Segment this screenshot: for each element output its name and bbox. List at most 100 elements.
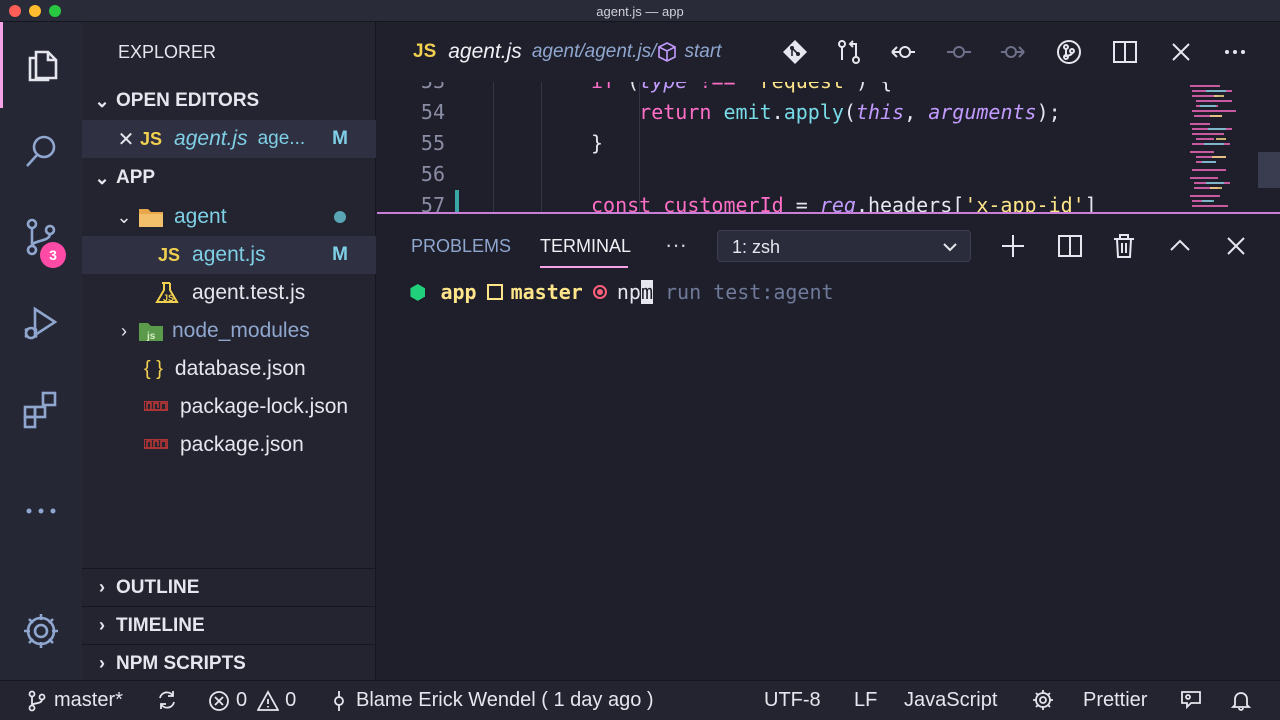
editor-breadcrumb-bar: JS agent.js agent/agent.js/ start — [377, 22, 1280, 82]
folder-node-modules[interactable]: › js node_modules — [82, 312, 376, 350]
notifications-button[interactable] — [1230, 689, 1258, 711]
npm-scripts-label: NPM SCRIPTS — [116, 652, 246, 674]
warning-count: 0 — [285, 689, 297, 711]
eol-status[interactable]: LF — [854, 689, 877, 712]
npm-scripts-section[interactable]: › NPM SCRIPTS — [82, 644, 376, 682]
close-editor-button[interactable] — [1167, 38, 1195, 66]
formatter-status[interactable]: Prettier — [1083, 689, 1147, 712]
file-database-json[interactable]: { } database.json — [82, 350, 376, 388]
prompt-branch: master — [510, 280, 583, 304]
problems-status[interactable]: 0 0 — [208, 689, 296, 712]
breadcrumb-path[interactable]: agent/agent.js/ — [532, 41, 657, 63]
folder-agent[interactable]: ⌄ agent — [82, 198, 376, 236]
maximize-panel-button[interactable] — [1166, 232, 1194, 260]
file-name: package-lock.json — [180, 395, 349, 418]
close-panel-button[interactable] — [1222, 232, 1250, 260]
git-lens-icon — [1057, 40, 1081, 64]
branch-status[interactable]: master* — [26, 689, 123, 712]
explorer-activity-button[interactable] — [0, 22, 82, 108]
branch-square-icon — [486, 284, 503, 300]
settings-activity-button[interactable] — [0, 588, 82, 674]
commit-button[interactable] — [945, 38, 973, 66]
app-section[interactable]: ⌄ APP — [82, 159, 376, 197]
split-terminal-button[interactable] — [1056, 232, 1084, 260]
editor-scrollbar-thumb[interactable] — [1258, 152, 1280, 188]
file-agent-test-js[interactable]: JS agent.test.js — [82, 274, 376, 312]
code-line[interactable]: 57 const customerId = req.headers['x-app-… — [377, 190, 1280, 212]
code-line[interactable]: 55} — [377, 128, 1280, 159]
tab-terminal[interactable]: TERMINAL — [540, 236, 631, 257]
folder-icon — [139, 209, 163, 227]
chevron-down-icon: ⌄ — [116, 206, 132, 227]
breadcrumb-symbol[interactable]: start — [684, 41, 721, 63]
bell-icon — [1230, 692, 1252, 711]
feedback-icon — [1181, 691, 1201, 710]
new-terminal-button[interactable] — [999, 232, 1027, 260]
code-text: return emit.apply(this, arguments); — [639, 100, 1061, 124]
scm-badge: 3 — [40, 242, 66, 268]
panel-more-button[interactable]: ··· — [665, 232, 687, 258]
terminal-select-value: 1: zsh — [732, 237, 781, 257]
prompt-directory: app — [440, 280, 477, 304]
code-line[interactable]: 53 if (type !== 'request') { — [377, 82, 1280, 97]
encoding-status[interactable]: UTF-8 — [764, 689, 821, 712]
compare-changes-button[interactable] — [835, 38, 863, 66]
line-number: 54 — [420, 100, 445, 124]
file-package-json[interactable]: package.json — [82, 426, 376, 464]
open-editor-item[interactable]: ✕ JS agent.js age... M — [82, 120, 376, 158]
chevron-right-icon: › — [121, 320, 127, 341]
code-editor[interactable]: 53if (type !== 'request') {54 return emi… — [377, 82, 1280, 212]
git-button[interactable] — [781, 38, 809, 66]
split-editor-button[interactable] — [1111, 38, 1139, 66]
git-change-marker — [455, 190, 459, 212]
code-line[interactable]: 54 return emit.apply(this, arguments); — [377, 97, 1280, 128]
source-control-activity-button[interactable]: 3 — [0, 194, 82, 280]
chevron-down-icon: ⌄ — [94, 167, 110, 188]
sync-button[interactable] — [156, 689, 184, 711]
timeline-section[interactable]: › TIMELINE — [82, 606, 376, 644]
record-icon — [592, 285, 607, 299]
terminal-prompt[interactable]: ⬢ app master np m run test:agent — [409, 280, 834, 304]
open-editor-name: agent.js — [174, 127, 248, 150]
language-status[interactable]: JavaScript — [904, 689, 997, 712]
previous-change-button[interactable] — [889, 38, 917, 66]
terminal-select[interactable]: 1: zsh — [717, 230, 971, 262]
outline-section[interactable]: › OUTLINE — [82, 568, 376, 606]
live-share-button[interactable] — [1180, 689, 1208, 711]
plus-icon — [1002, 235, 1024, 257]
kill-terminal-button[interactable] — [1110, 232, 1138, 260]
warning-icon — [257, 689, 280, 711]
line-number: 57 — [420, 193, 445, 212]
modified-indicator: M — [332, 244, 348, 265]
line-number: 53 — [377, 82, 445, 97]
timeline-label: TIMELINE — [116, 614, 205, 636]
blame-status[interactable]: Blame Erick Wendel ( 1 day ago ) — [328, 689, 654, 712]
close-icon[interactable]: ✕ — [112, 127, 140, 152]
js-file-icon: JS — [158, 244, 181, 265]
compare-icon — [838, 40, 860, 64]
run-debug-activity-button[interactable] — [0, 280, 82, 366]
file-package-lock-json[interactable]: package-lock.json — [82, 388, 376, 426]
editor-more-actions-button[interactable] — [1221, 38, 1249, 66]
minimap[interactable] — [1186, 82, 1250, 212]
open-editors-section[interactable]: ⌄ OPEN EDITORS — [82, 82, 376, 120]
files-icon — [28, 50, 57, 82]
code-line[interactable]: 56 — [377, 159, 1280, 190]
chevron-down-icon — [943, 243, 957, 252]
tab-problems[interactable]: PROBLEMS — [411, 236, 511, 257]
code-text: const customerId = req.headers['x-app-id… — [591, 193, 1097, 212]
search-icon — [26, 135, 56, 167]
folder-name: agent — [174, 205, 227, 228]
status-settings-button[interactable] — [1032, 689, 1060, 711]
npm-icon — [144, 439, 168, 449]
window-title: agent.js — app — [596, 4, 684, 19]
editor-filename[interactable]: agent.js — [448, 40, 522, 64]
json-file-icon: { } — [144, 357, 163, 380]
git-lens-button[interactable] — [1055, 38, 1083, 66]
search-activity-button[interactable] — [0, 108, 82, 194]
chevron-down-icon: ⌄ — [94, 90, 110, 111]
extensions-activity-button[interactable] — [0, 366, 82, 452]
file-agent-js[interactable]: JS agent.js M — [82, 236, 376, 274]
more-activity-button[interactable] — [0, 468, 82, 554]
next-change-button[interactable] — [999, 38, 1027, 66]
